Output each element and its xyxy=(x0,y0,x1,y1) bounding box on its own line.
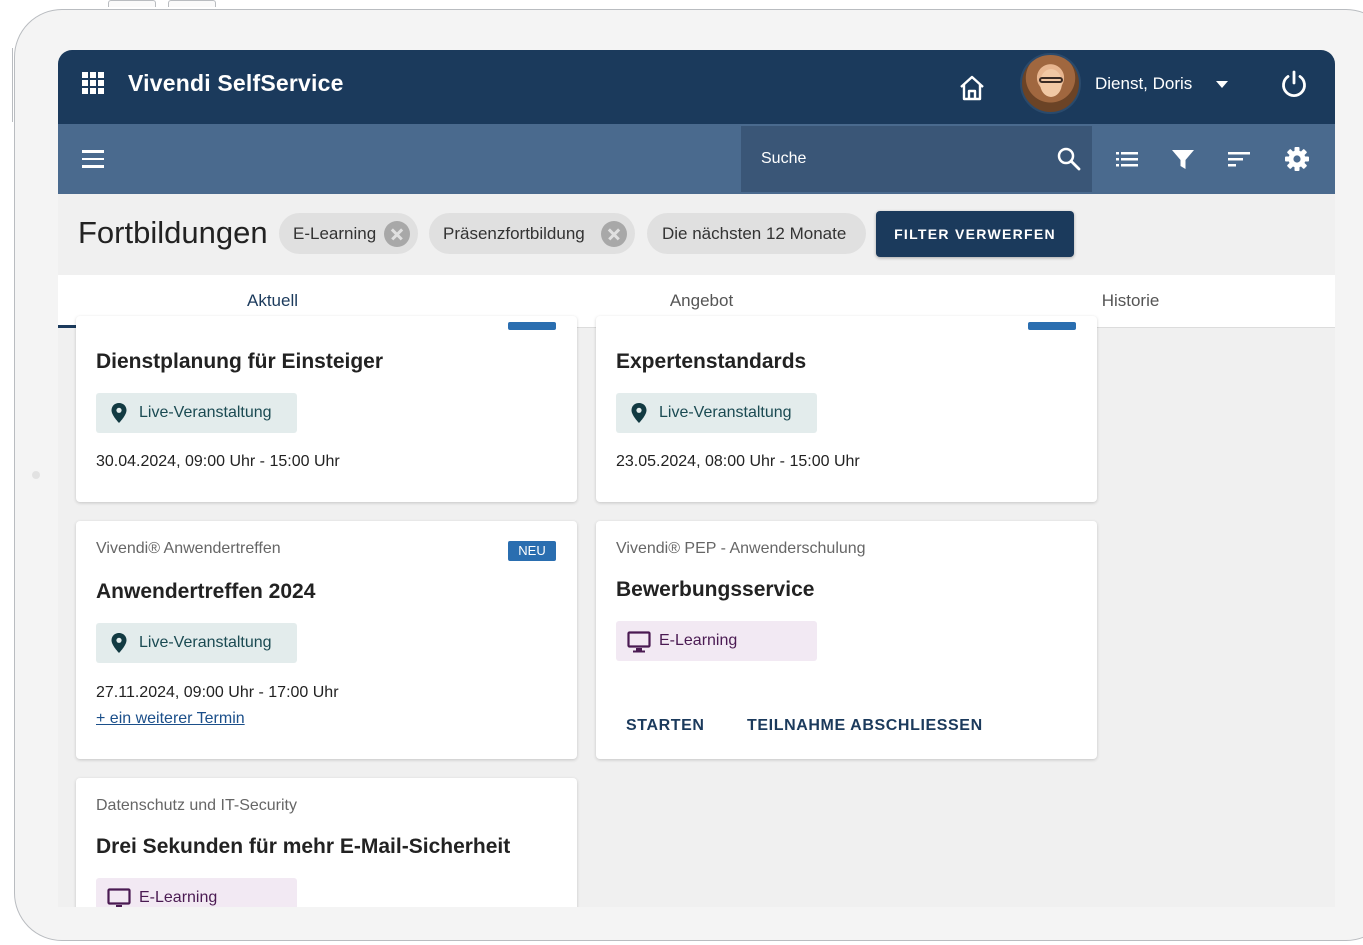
monitor-icon xyxy=(627,631,651,653)
monitor-icon xyxy=(107,888,131,907)
user-name[interactable]: Dienst, Doris xyxy=(1095,74,1192,94)
map-pin-icon xyxy=(111,403,127,423)
course-type-label: Live-Veranstaltung xyxy=(659,404,792,421)
sort-icon[interactable] xyxy=(1226,146,1252,172)
tablet-side-button xyxy=(12,48,16,122)
map-pin-icon xyxy=(631,403,647,423)
avatar[interactable] xyxy=(1020,53,1081,114)
app-launcher-icon[interactable] xyxy=(82,72,104,94)
search-placeholder: Suche xyxy=(761,150,807,167)
course-type-pill: E-Learning xyxy=(616,621,817,661)
page-title: Fortbildungen xyxy=(78,215,268,250)
status-badge xyxy=(508,322,556,330)
course-category: Datenschutz und IT-Security xyxy=(96,797,297,814)
course-date: 30.04.2024, 09:00 Uhr - 15:00 Uhr xyxy=(96,453,340,470)
course-card[interactable]: Datenschutz und IT-Security Drei Sekunde… xyxy=(76,778,577,907)
clear-filters-button[interactable]: FILTER VERWERFEN xyxy=(876,211,1074,257)
filter-icon[interactable] xyxy=(1170,146,1196,172)
home-icon[interactable] xyxy=(956,72,988,104)
course-type-pill: E-Learning xyxy=(96,878,297,907)
chevron-down-icon[interactable] xyxy=(1216,81,1228,88)
course-title: Expertenstandards xyxy=(616,350,807,373)
filter-chip-zeitraum[interactable]: Die nächsten 12 Monate xyxy=(647,213,866,254)
complete-participation-button[interactable]: TEILNAHME ABSCHLIESSEN xyxy=(747,717,983,735)
power-icon[interactable] xyxy=(1278,68,1310,100)
app-screen: Vivendi SelfService Dienst, Doris Suche xyxy=(58,50,1335,907)
filter-chip-label: E-Learning xyxy=(293,224,377,243)
course-category: Vivendi® PEP - Anwenderschulung xyxy=(616,540,866,557)
filter-chip-label: Präsenzfortbildung xyxy=(443,224,585,243)
hamburger-menu-icon[interactable] xyxy=(82,150,104,168)
close-icon[interactable] xyxy=(601,221,627,247)
app-title: Vivendi SelfService xyxy=(128,70,344,96)
course-type-label: E-Learning xyxy=(659,632,738,649)
course-title: Anwendertreffen 2024 xyxy=(96,580,316,603)
course-card[interactable]: Vivendi® PEP - Anwenderschulung Bewerbun… xyxy=(596,521,1097,759)
filter-chip-elearning[interactable]: E-Learning xyxy=(279,213,418,254)
start-button[interactable]: STARTEN xyxy=(626,717,705,735)
course-date: 23.05.2024, 08:00 Uhr - 15:00 Uhr xyxy=(616,453,860,470)
toolbar: Suche xyxy=(58,124,1335,194)
course-title: Bewerbungsservice xyxy=(616,578,815,601)
course-type-label: Live-Veranstaltung xyxy=(139,404,272,421)
course-title: Dienstplanung für Einsteiger xyxy=(96,350,384,373)
list-view-icon[interactable] xyxy=(1114,146,1140,172)
course-title: Drei Sekunden für mehr E-Mail-Sicherheit xyxy=(96,835,511,858)
page-header: Fortbildungen E-Learning Präsenzfortbild… xyxy=(58,194,1335,275)
filter-chip-label: Die nächsten 12 Monate xyxy=(662,224,847,243)
course-type-label: Live-Veranstaltung xyxy=(139,634,272,651)
course-card[interactable]: Vivendi® Anwendertreffen NEU Anwendertre… xyxy=(76,521,577,759)
course-type-label: E-Learning xyxy=(139,889,218,906)
map-pin-icon xyxy=(111,633,127,653)
status-badge: NEU xyxy=(508,541,556,561)
more-dates-link[interactable]: + ein weiterer Termin xyxy=(96,710,245,728)
search-icon[interactable] xyxy=(1056,146,1082,172)
search-input[interactable]: Suche xyxy=(741,126,1092,192)
gear-icon[interactable] xyxy=(1284,146,1310,172)
course-type-pill: Live-Veranstaltung xyxy=(616,393,817,433)
close-icon[interactable] xyxy=(384,221,410,247)
tablet-camera xyxy=(32,471,40,479)
course-type-pill: Live-Veranstaltung xyxy=(96,393,297,433)
course-card[interactable]: Dienstplanung für Einsteiger Live-Verans… xyxy=(76,316,577,502)
course-card[interactable]: Expertenstandards Live-Veranstaltung 23.… xyxy=(596,316,1097,502)
app-header: Vivendi SelfService Dienst, Doris xyxy=(58,50,1335,124)
tablet-top-button xyxy=(168,0,216,7)
course-date: 27.11.2024, 09:00 Uhr - 17:00 Uhr xyxy=(96,684,339,701)
tablet-top-button xyxy=(108,0,156,7)
course-type-pill: Live-Veranstaltung xyxy=(96,623,297,663)
status-badge xyxy=(1028,322,1076,330)
filter-chip-praesenz[interactable]: Präsenzfortbildung xyxy=(429,213,635,254)
course-category: Vivendi® Anwendertreffen xyxy=(96,540,281,557)
